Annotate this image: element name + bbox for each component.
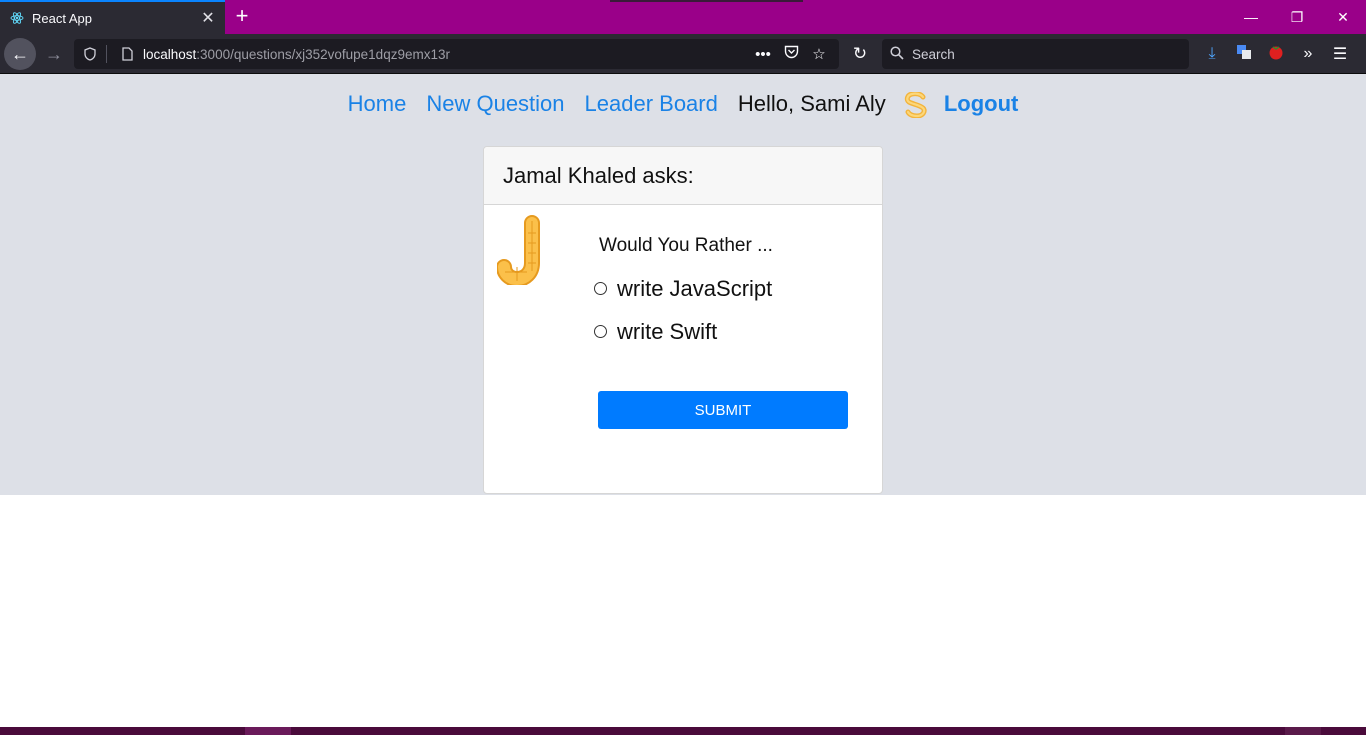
- close-tab-icon[interactable]: ✕: [197, 8, 219, 28]
- logout-link[interactable]: Logout: [944, 91, 1019, 117]
- nav-home-link[interactable]: Home: [348, 91, 407, 117]
- back-button[interactable]: ←: [4, 38, 36, 70]
- arrow-left-icon: ←: [11, 43, 29, 64]
- author-heading: Jamal Khaled asks:: [503, 162, 694, 188]
- divider: [106, 45, 107, 63]
- translate-icon[interactable]: [1228, 44, 1260, 65]
- user-greeting: Hello, Sami Aly: [737, 91, 886, 116]
- toolbar-icons: ⤓ » ☰: [1196, 40, 1356, 68]
- download-icon[interactable]: ⤓: [1196, 45, 1228, 63]
- os-taskbar: [0, 727, 1366, 735]
- option-one-label[interactable]: write JavaScript: [617, 276, 772, 302]
- card-header: Jamal Khaled asks:: [484, 147, 882, 205]
- taskbar-active-app[interactable]: [245, 727, 291, 735]
- question-card: Jamal Khaled asks: Would You Rather ... …: [483, 146, 883, 494]
- option-two[interactable]: write Swift: [594, 310, 874, 353]
- url-path: :3000/questions/xj352vofupe1dqz9emx13r: [196, 46, 450, 62]
- nav-new-question-link[interactable]: New Question: [426, 91, 564, 117]
- option-one[interactable]: write JavaScript: [594, 267, 874, 310]
- would-you-rather-title: Would You Rather ...: [599, 235, 773, 256]
- address-bar[interactable]: localhost:3000/questions/xj352vofupe1dqz…: [74, 39, 839, 69]
- search-icon: [890, 45, 906, 63]
- minimize-button[interactable]: —: [1228, 0, 1274, 34]
- option-two-radio[interactable]: [594, 325, 607, 338]
- app-navigation: Home New Question Leader Board Hello, Sa…: [0, 86, 1366, 122]
- more-icon[interactable]: •••: [749, 46, 777, 63]
- search-placeholder: Search: [912, 46, 955, 62]
- tab-react-app[interactable]: React App ✕: [0, 0, 225, 34]
- tab-title: React App: [32, 10, 92, 26]
- question-body: Would You Rather ... write JavaScript wr…: [594, 235, 874, 353]
- page-icon[interactable]: [115, 42, 139, 66]
- forward-button[interactable]: →: [38, 38, 70, 70]
- nav-leader-board-link[interactable]: Leader Board: [585, 91, 718, 117]
- tab-strip: React App ✕ + — ❐ ✕: [0, 0, 1366, 34]
- reload-icon[interactable]: ↻: [848, 42, 872, 66]
- url-host: localhost: [143, 46, 197, 62]
- taskbar-clock[interactable]: [1285, 727, 1321, 735]
- arrow-right-icon: →: [45, 43, 63, 64]
- bookmark-star-icon[interactable]: ☆: [805, 45, 833, 63]
- search-bar[interactable]: Search: [882, 39, 1189, 69]
- react-icon: [10, 11, 24, 25]
- option-two-label[interactable]: write Swift: [617, 319, 717, 345]
- restore-button[interactable]: ❐: [1274, 0, 1320, 34]
- hamburger-menu-icon[interactable]: ☰: [1324, 44, 1356, 64]
- url-actions: ••• ☆: [749, 45, 833, 64]
- browser-toolbar: ← → localhost:3000/questions/xj352vofupe…: [0, 34, 1366, 74]
- option-one-radio[interactable]: [594, 282, 607, 295]
- user-avatar-icon: [904, 91, 928, 119]
- close-window-button[interactable]: ✕: [1320, 0, 1366, 34]
- pocket-icon[interactable]: [777, 45, 805, 63]
- new-tab-button[interactable]: +: [230, 4, 254, 28]
- drag-space: [610, 0, 803, 2]
- window-controls: — ❐ ✕: [1228, 0, 1366, 34]
- author-avatar: [496, 215, 551, 288]
- overflow-chevrons-icon[interactable]: »: [1292, 45, 1324, 63]
- tomato-timer-icon[interactable]: [1260, 44, 1292, 65]
- shield-icon[interactable]: [78, 42, 102, 66]
- url-text[interactable]: localhost:3000/questions/xj352vofupe1dqz…: [143, 47, 749, 62]
- submit-button[interactable]: SUBMIT: [598, 391, 848, 429]
